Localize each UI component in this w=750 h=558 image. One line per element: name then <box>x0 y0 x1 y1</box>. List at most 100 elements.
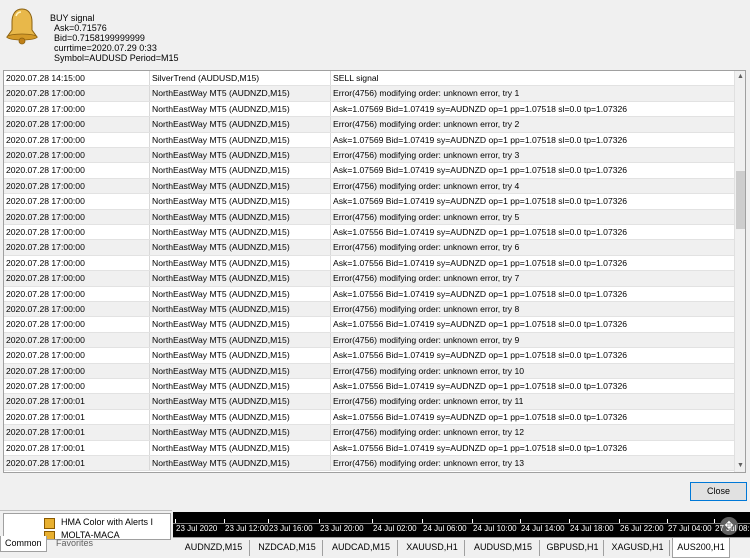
table-row[interactable]: 2020.07.28 17:00:00 NorthEastWay MT5 (AUD… <box>4 101 735 118</box>
tab-chart-3[interactable]: XAUUSD,H1 <box>400 540 465 556</box>
close-button[interactable]: Close <box>690 482 747 501</box>
expert-cell: NorthEastWay MT5 (AUDNZD,M15) <box>152 350 290 361</box>
column-divider <box>330 86 331 101</box>
message-cell: Ask=1.07556 Bid=1.07419 sy=AUDNZD op=1 p… <box>333 411 628 422</box>
table-row[interactable]: 2020.07.28 17:00:00 NorthEastWay MT5 (AUD… <box>4 286 735 302</box>
message-cell: Ask=1.07556 Bid=1.07419 sy=AUDNZD op=1 p… <box>333 319 628 330</box>
scroll-down-icon[interactable]: ▼ <box>735 460 745 472</box>
alert-line-5: Symbol=AUDUSD Period=M15 <box>54 53 179 63</box>
time-label: 23 Jul 20:00 <box>320 524 364 533</box>
tab-chart-4[interactable]: AUDUSD,M15 <box>467 540 540 556</box>
column-divider <box>330 178 331 194</box>
table-row[interactable]: 2020.07.28 17:00:00 NorthEastWay MT5 (AUD… <box>4 148 735 164</box>
navigator-tabs: Common Favorites <box>0 536 172 556</box>
table-row[interactable]: 2020.07.28 17:00:00 NorthEastWay MT5 (AUD… <box>4 240 735 256</box>
expert-cell: NorthEastWay MT5 (AUDNZD,M15) <box>152 119 290 130</box>
time-label: 23 Jul 2020 <box>176 524 218 533</box>
time-label: 23 Jul 16:00 <box>269 524 313 533</box>
expert-cell: NorthEastWay MT5 (AUDNZD,M15) <box>152 411 290 422</box>
table-row[interactable]: 2020.07.28 17:00:00 NorthEastWay MT5 (AUD… <box>4 209 735 225</box>
time-cell: 2020.07.28 17:00:00 <box>6 165 85 176</box>
table-row[interactable]: 2020.07.28 17:00:00 NorthEastWay MT5 (AUD… <box>4 86 735 102</box>
table-row[interactable]: 2020.07.28 17:00:01 NorthEastWay MT5 (AUD… <box>4 425 735 441</box>
axis-tick <box>472 519 473 523</box>
tab-chart-2[interactable]: AUDCAD,M15 <box>325 540 398 556</box>
tab-chart-0[interactable]: AUDNZD,M15 <box>178 540 250 556</box>
column-divider <box>149 148 150 163</box>
table-row[interactable]: 2020.07.28 17:00:01 NorthEastWay MT5 (AUD… <box>4 440 735 456</box>
expert-cell: SilverTrend (AUDUSD,M15) <box>152 73 260 83</box>
table-row[interactable]: 2020.07.28 17:00:00 NorthEastWay MT5 (AUD… <box>4 302 735 318</box>
time-cell: 2020.07.28 17:00:01 <box>6 458 85 468</box>
tab-chart-5[interactable]: GBPUSD,H1 <box>542 540 604 556</box>
navigator-item-hma[interactable]: HMA Color with Alerts I <box>61 517 153 527</box>
message-cell: Ask=1.07569 Bid=1.07419 sy=AUDNZD op=1 p… <box>333 165 628 176</box>
table-row[interactable]: 2020.07.28 17:00:00 NorthEastWay MT5 (AUD… <box>4 271 735 287</box>
expert-cell: NorthEastWay MT5 (AUDNZD,M15) <box>152 150 290 160</box>
axis-tick <box>569 519 570 523</box>
column-divider <box>149 178 150 194</box>
alert-line-3: Bid=0.7158199999999 <box>54 33 145 43</box>
table-row[interactable]: 2020.07.28 17:00:00 NorthEastWay MT5 (AUD… <box>4 132 735 148</box>
tab-chart-6[interactable]: XAGUSD,H1 <box>606 540 670 556</box>
column-divider <box>149 240 150 255</box>
table-row[interactable]: 2020.07.28 17:00:00 NorthEastWay MT5 (AUD… <box>4 363 735 379</box>
time-cell: 2020.07.28 17:00:00 <box>6 365 85 376</box>
table-row[interactable]: 2020.07.28 17:00:00 NorthEastWay MT5 (AUD… <box>4 163 735 179</box>
axis-tick <box>268 519 269 523</box>
table-row[interactable]: 2020.07.28 17:00:00 NorthEastWay MT5 (AUD… <box>4 194 735 210</box>
tab-chart-7[interactable]: AUS200,H1 <box>672 538 730 558</box>
time-cell: 2020.07.28 17:00:00 <box>6 273 85 284</box>
table-row[interactable]: 2020.07.28 17:00:00 NorthEastWay MT5 (AUD… <box>4 379 735 395</box>
column-divider <box>330 255 331 271</box>
expert-cell: NorthEastWay MT5 (AUDNZD,M15) <box>152 381 290 391</box>
tab-favorites[interactable]: Favorites <box>52 536 97 552</box>
column-divider <box>330 132 331 147</box>
column-divider <box>149 317 150 332</box>
column-divider <box>149 363 150 378</box>
bell-icon <box>6 8 38 45</box>
table-row[interactable]: 2020.07.28 17:00:01 NorthEastWay MT5 (AUD… <box>4 394 735 410</box>
expert-cell: NorthEastWay MT5 (AUDNZD,M15) <box>152 227 290 237</box>
expert-cell: NorthEastWay MT5 (AUDNZD,M15) <box>152 458 290 468</box>
time-cell: 2020.07.28 17:00:00 <box>6 119 85 130</box>
table-row[interactable]: 2020.07.28 17:00:01 NorthEastWay MT5 (AUD… <box>4 456 735 472</box>
message-cell: Ask=1.07556 Bid=1.07419 sy=AUDNZD op=1 p… <box>333 350 628 361</box>
column-divider <box>330 194 331 209</box>
scroll-thumb[interactable] <box>736 171 745 229</box>
message-cell: Error(4756) modifying order: unknown err… <box>333 88 520 99</box>
expert-cell: NorthEastWay MT5 (AUDNZD,M15) <box>152 88 290 99</box>
message-cell: Error(4756) modifying order: unknown err… <box>333 304 520 314</box>
expert-cell: NorthEastWay MT5 (AUDNZD,M15) <box>152 196 290 207</box>
table-row[interactable]: 2020.07.28 17:00:00 NorthEastWay MT5 (AUD… <box>4 332 735 349</box>
table-row[interactable]: 2020.07.28 17:00:00 NorthEastWay MT5 (AUD… <box>4 255 735 272</box>
time-cell: 2020.07.28 17:00:00 <box>6 304 85 314</box>
expert-cell: NorthEastWay MT5 (AUDNZD,M15) <box>152 211 290 222</box>
expert-cell: NorthEastWay MT5 (AUDNZD,M15) <box>152 288 290 299</box>
table-row[interactable]: 2020.07.28 17:00:01 NorthEastWay MT5 (AUD… <box>4 409 735 426</box>
table-row[interactable]: 2020.07.28 17:00:00 NorthEastWay MT5 (AUD… <box>4 178 735 195</box>
time-cell: 2020.07.28 17:00:00 <box>6 134 85 145</box>
message-cell: SELL signal <box>333 73 379 83</box>
message-cell: Error(4756) modifying order: unknown err… <box>333 119 520 130</box>
message-cell: Error(4756) modifying order: unknown err… <box>333 150 520 160</box>
expert-cell: NorthEastWay MT5 (AUDNZD,M15) <box>152 180 290 191</box>
table-row[interactable]: 2020.07.28 17:00:00 NorthEastWay MT5 (AUD… <box>4 348 735 364</box>
table-row[interactable]: 2020.07.28 17:00:00 NorthEastWay MT5 (AUD… <box>4 117 735 133</box>
table-row[interactable]: 2020.07.28 14:15:00 SilverTrend (AUDUSD,M… <box>4 71 735 87</box>
tab-chart-1[interactable]: NZDCAD,M15 <box>252 540 323 556</box>
axis-tick <box>619 519 620 523</box>
column-divider <box>330 271 331 286</box>
column-divider <box>149 302 150 317</box>
scroll-up-icon[interactable]: ▲ <box>735 71 745 83</box>
axis-tick <box>319 519 320 523</box>
table-row[interactable]: 2020.07.28 17:00:00 NorthEastWay MT5 (AUD… <box>4 225 735 241</box>
tab-common[interactable]: Common <box>0 536 47 552</box>
alert-line-4: currtime=2020.07.29 0:33 <box>54 43 157 53</box>
vertical-scrollbar[interactable]: ▲ ▼ <box>734 71 745 472</box>
time-cell: 2020.07.28 17:00:00 <box>6 381 85 391</box>
alerts-list[interactable]: 2020.07.28 17:00:01 NorthEastWay MT5 (AUD… <box>3 70 746 473</box>
table-row[interactable]: 2020.07.28 17:00:00 NorthEastWay MT5 (AUD… <box>4 317 735 333</box>
column-divider <box>149 255 150 271</box>
time-cell: 2020.07.28 17:00:00 <box>6 180 85 191</box>
